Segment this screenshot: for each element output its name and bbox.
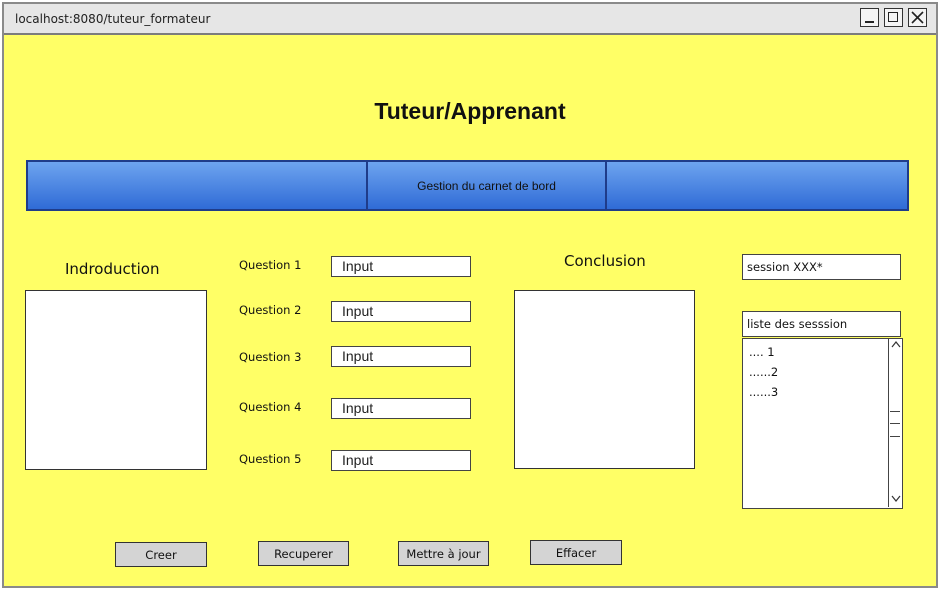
question-2-label: Question 2 <box>239 303 302 317</box>
nav-item-1[interactable] <box>28 162 368 209</box>
session-list-item-3[interactable]: ......3 <box>749 385 778 399</box>
question-1-label: Question 1 <box>239 258 302 272</box>
conclusion-label: Conclusion <box>564 252 646 270</box>
question-1-input[interactable]: Input <box>331 256 471 277</box>
question-4-input[interactable]: Input <box>331 398 471 419</box>
question-3-input[interactable]: Input <box>331 346 471 367</box>
nav-bar: Gestion du carnet de bord <box>26 160 909 211</box>
create-button[interactable]: Creer <box>115 542 207 567</box>
nav-item-3[interactable] <box>607 162 907 209</box>
delete-button[interactable]: Effacer <box>530 540 622 565</box>
session-list-item-1[interactable]: .... 1 <box>749 345 775 359</box>
question-4-label: Question 4 <box>239 400 302 414</box>
title-bar: localhost:8080/tuteur_formateur <box>4 4 936 35</box>
introduction-label: Indroduction <box>65 260 160 278</box>
browser-window: localhost:8080/tuteur_formateur Tuteur/A… <box>2 2 938 588</box>
session-listbox[interactable]: .... 1 ......2 ......3 <box>742 338 903 509</box>
conclusion-textarea[interactable] <box>514 290 695 469</box>
url-text: localhost:8080/tuteur_formateur <box>15 12 211 26</box>
question-2-input[interactable]: Input <box>331 301 471 322</box>
session-list-item-2[interactable]: ......2 <box>749 365 778 379</box>
maximize-icon[interactable] <box>884 8 903 27</box>
close-icon[interactable] <box>908 8 927 27</box>
question-5-label: Question 5 <box>239 452 302 466</box>
session-input[interactable]: session XXX* <box>742 254 901 280</box>
nav-item-carnet-de-bord[interactable]: Gestion du carnet de bord <box>368 162 607 209</box>
close-x-icon <box>911 11 924 24</box>
question-5-input[interactable]: Input <box>331 450 471 471</box>
page-title: Tuteur/Apprenant <box>374 98 566 124</box>
scroll-up-icon[interactable] <box>891 341 901 351</box>
introduction-textarea[interactable] <box>25 290 207 470</box>
update-button[interactable]: Mettre à jour <box>398 541 489 566</box>
scroll-thumb[interactable] <box>890 411 900 437</box>
question-3-label: Question 3 <box>239 350 302 364</box>
listbox-scrollbar[interactable] <box>888 339 902 507</box>
retrieve-button[interactable]: Recuperer <box>258 541 349 566</box>
scroll-down-icon[interactable] <box>891 495 901 505</box>
minimize-icon[interactable] <box>860 8 879 27</box>
session-list-label: liste des sesssion <box>742 311 901 337</box>
